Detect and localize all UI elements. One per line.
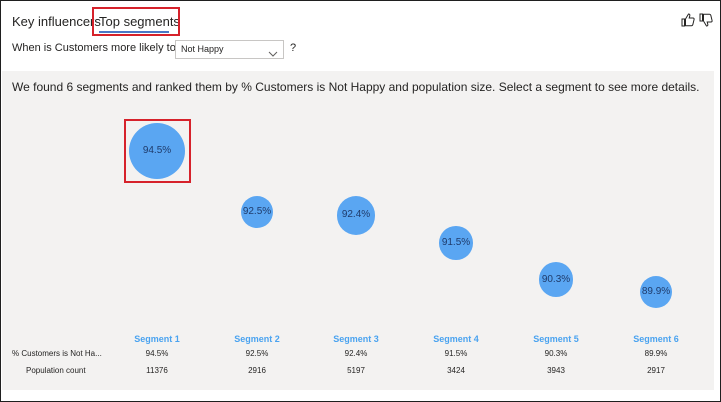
percent-cell: 91.5% xyxy=(444,349,468,358)
segment-header[interactable]: Segment 2 xyxy=(217,334,297,344)
percent-cell: 90.3% xyxy=(544,349,568,358)
thumbs-up-icon[interactable] xyxy=(680,12,696,28)
population-cell: 5197 xyxy=(347,366,365,375)
segment-bubble[interactable] xyxy=(538,262,574,298)
segment-header[interactable]: Segment 6 xyxy=(616,334,696,344)
percent-cell: 92.4% xyxy=(344,349,368,358)
percent-cell: 92.5% xyxy=(245,349,269,358)
outcome-dropdown[interactable]: Not Happy xyxy=(175,40,284,59)
percent-cell: 89.9% xyxy=(644,349,668,358)
segment-bubble[interactable] xyxy=(639,275,672,308)
population-cell: 11376 xyxy=(146,366,168,375)
segment-bubble[interactable] xyxy=(129,123,185,179)
segment-bubble[interactable] xyxy=(439,226,473,260)
segment-header[interactable]: Segment 5 xyxy=(516,334,596,344)
population-cell: 3943 xyxy=(547,366,565,375)
segments-panel: We found 6 segments and ranked them by %… xyxy=(2,71,714,390)
population-cell: 2916 xyxy=(248,366,266,375)
population-row-label: Population count xyxy=(26,366,86,375)
help-icon[interactable]: ? xyxy=(290,42,296,54)
top-segments-tab-highlight xyxy=(92,7,180,36)
percent-row-label: % Customers is Not Ha... xyxy=(12,349,102,358)
segments-summary: We found 6 segments and ranked them by %… xyxy=(12,80,700,94)
segment-bubble[interactable] xyxy=(336,196,376,235)
question-label: When is Customers more likely to be xyxy=(12,42,192,54)
segment-bubble[interactable] xyxy=(241,196,273,229)
segment-header[interactable]: Segment 3 xyxy=(316,334,396,344)
segment-header[interactable]: Segment 1 xyxy=(117,334,197,344)
percent-cell: 94.5% xyxy=(145,349,169,358)
outcome-dropdown-value: Not Happy xyxy=(181,44,224,54)
population-cell: 2917 xyxy=(647,366,665,375)
chevron-down-icon xyxy=(268,45,278,57)
tab-key-influencers[interactable]: Key influencers xyxy=(12,14,101,29)
segment-header[interactable]: Segment 4 xyxy=(416,334,496,344)
thumbs-down-icon[interactable] xyxy=(698,12,714,28)
population-cell: 3424 xyxy=(447,366,465,375)
